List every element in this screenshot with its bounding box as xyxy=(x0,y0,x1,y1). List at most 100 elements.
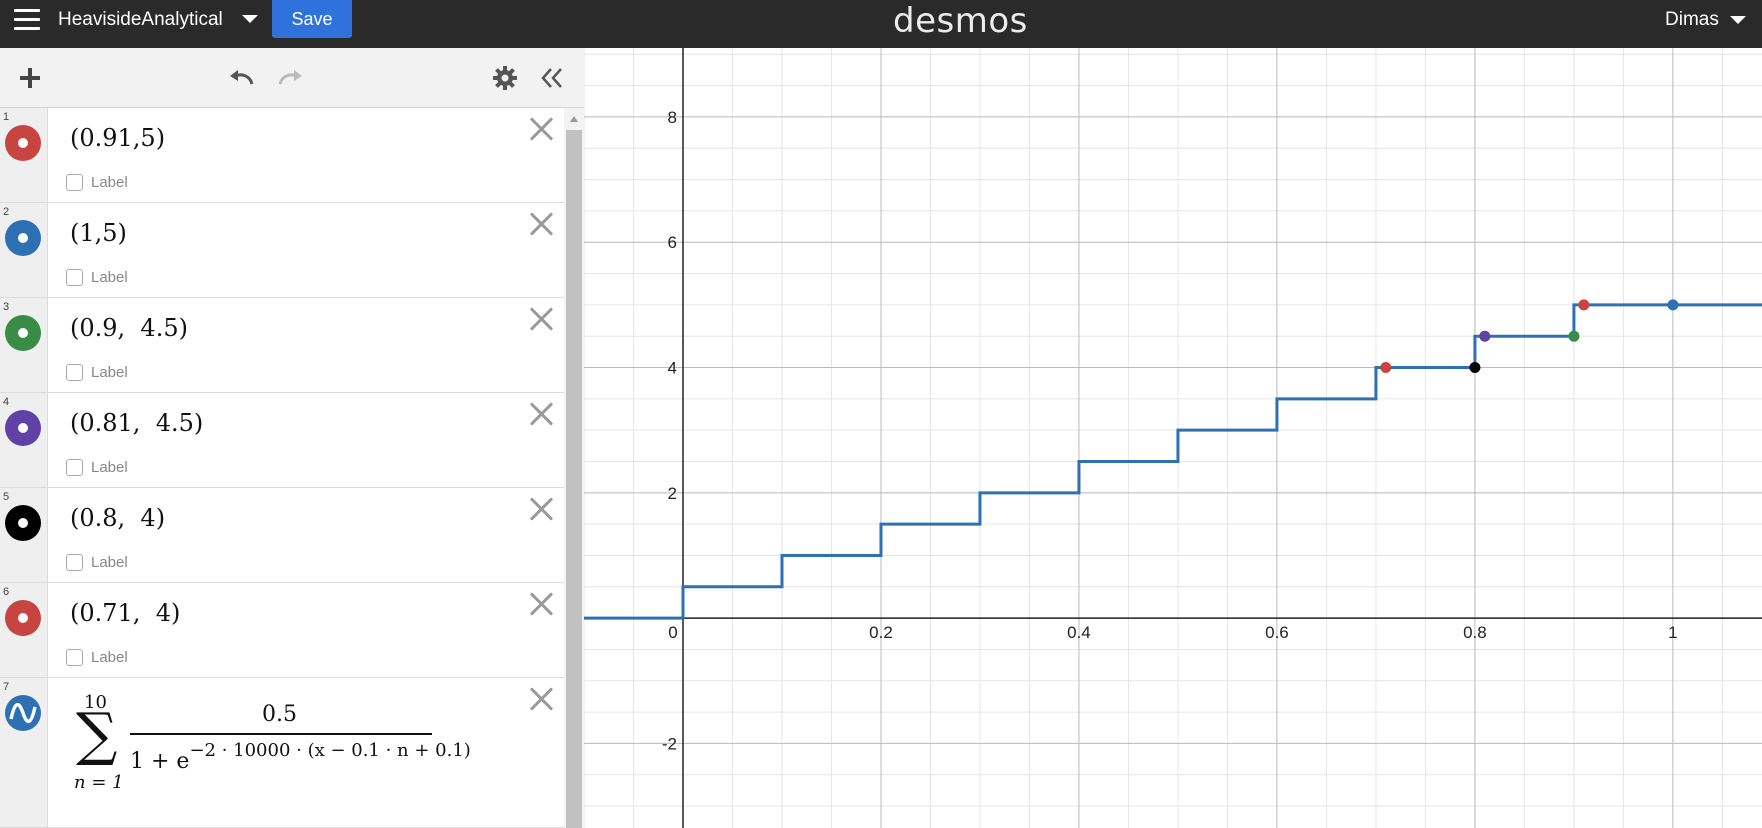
fraction-denominator: 1 + e−2 · 10000 · (x − 0.1 · n + 0.1) xyxy=(130,740,471,774)
double-chevron-left-icon[interactable] xyxy=(536,62,568,94)
label-toggle[interactable]: Label xyxy=(66,554,128,571)
label-checkbox[interactable] xyxy=(66,269,83,286)
denominator-exponent: −2 · 10000 · (x − 0.1 · n + 0.1) xyxy=(189,740,471,761)
expression-index: 7 xyxy=(3,681,10,693)
expression-index: 6 xyxy=(3,586,10,598)
expression-row[interactable]: 6 (0.71, 4) Label xyxy=(0,583,564,678)
y-tick-label: 8 xyxy=(668,108,677,127)
label-toggle[interactable]: Label xyxy=(66,174,128,191)
x-tick-label: 0.2 xyxy=(869,623,893,642)
gear-icon[interactable] xyxy=(489,62,521,94)
redo-icon[interactable] xyxy=(274,62,306,94)
close-icon[interactable] xyxy=(528,116,554,142)
graph-point xyxy=(1479,330,1491,342)
label-checkbox[interactable] xyxy=(66,649,83,666)
point-color-icon[interactable] xyxy=(5,125,41,161)
expression-input[interactable]: (0.81, 4.5) xyxy=(70,409,203,437)
graph-point xyxy=(1469,362,1481,374)
scrollbar-thumb[interactable] xyxy=(566,130,582,828)
expression-index: 1 xyxy=(3,111,10,123)
curve-color-icon[interactable] xyxy=(5,695,41,731)
graph-point xyxy=(1578,299,1590,311)
x-tick-label: 0 xyxy=(668,623,677,642)
graph-canvas[interactable]: 0 0.2 0.4 0.6 0.8 1 8 6 4 2 -2 xyxy=(584,48,1762,828)
save-button[interactable]: Save xyxy=(272,0,352,38)
point-color-icon[interactable] xyxy=(5,315,41,351)
label-text: Label xyxy=(91,649,128,666)
label-toggle[interactable]: Label xyxy=(66,649,128,666)
graph-title[interactable]: HeavisideAnalytical xyxy=(58,9,223,31)
label-text: Label xyxy=(91,174,128,191)
close-icon[interactable] xyxy=(528,686,554,712)
expression-tab: 1 xyxy=(0,108,48,202)
expression-input[interactable]: (0.71, 4) xyxy=(70,599,180,627)
point-color-icon[interactable] xyxy=(5,220,41,256)
close-icon[interactable] xyxy=(528,591,554,617)
denominator-base: 1 + e xyxy=(130,749,190,774)
expression-row[interactable]: 1 (0.91,5) Label xyxy=(0,108,564,203)
expression-input[interactable]: (0.8, 4) xyxy=(70,504,165,532)
expression-row[interactable]: 7 10 ∑ n = 1 0.5 1 + e−2 · 10000 · (x − … xyxy=(0,678,564,828)
graph-paper[interactable]: 0 0.2 0.4 0.6 0.8 1 8 6 4 2 -2 xyxy=(584,48,1762,828)
label-text: Label xyxy=(91,269,128,286)
expression-tab: 2 xyxy=(0,203,48,297)
y-tick-label: -2 xyxy=(662,734,677,753)
graph-point xyxy=(1380,362,1392,374)
close-icon[interactable] xyxy=(528,211,554,237)
label-checkbox[interactable] xyxy=(66,554,83,571)
close-icon[interactable] xyxy=(528,306,554,332)
label-checkbox[interactable] xyxy=(66,364,83,381)
graph-point xyxy=(1568,330,1580,342)
y-tick-label: 6 xyxy=(668,233,677,252)
expression-toolbar xyxy=(0,48,584,108)
expression-tab: 6 xyxy=(0,583,48,677)
y-tick-label: 4 xyxy=(668,359,677,378)
expression-list-scrollbar[interactable] xyxy=(564,108,584,828)
point-color-icon[interactable] xyxy=(5,505,41,541)
graph-point xyxy=(1667,299,1679,311)
expression-tab: 5 xyxy=(0,488,48,582)
expression-index: 5 xyxy=(3,491,10,503)
top-bar: HeavisideAnalytical Save desmos Dimas xyxy=(0,0,1762,48)
expression-row[interactable]: 2 (1,5) Label xyxy=(0,203,564,298)
point-color-icon[interactable] xyxy=(5,410,41,446)
label-checkbox[interactable] xyxy=(66,459,83,476)
point-color-icon[interactable] xyxy=(5,600,41,636)
scroll-up-arrow-icon[interactable] xyxy=(570,116,578,122)
expression-row[interactable]: 4 (0.81, 4.5) Label xyxy=(0,393,564,488)
expression-list[interactable]: 1 (0.91,5) Label 2 (1,5) Label 3 (0.9, 4… xyxy=(0,108,584,828)
x-tick-label: 0.8 xyxy=(1463,623,1487,642)
label-text: Label xyxy=(91,364,128,381)
user-menu[interactable]: Dimas xyxy=(1665,9,1719,31)
expression-input[interactable]: (1,5) xyxy=(70,219,127,247)
close-icon[interactable] xyxy=(528,496,554,522)
expression-row[interactable]: 3 (0.9, 4.5) Label xyxy=(0,298,564,393)
hamburger-menu-icon[interactable] xyxy=(14,9,40,31)
expression-input[interactable]: 10 ∑ n = 1 0.5 1 + e−2 · 10000 · (x − 0.… xyxy=(72,690,471,800)
plus-icon[interactable] xyxy=(14,62,46,94)
fraction-bar xyxy=(130,733,432,735)
expression-input[interactable]: (0.9, 4.5) xyxy=(70,314,188,342)
label-text: Label xyxy=(91,459,128,476)
label-toggle[interactable]: Label xyxy=(66,364,128,381)
close-icon[interactable] xyxy=(528,401,554,427)
expression-input[interactable]: (0.91,5) xyxy=(70,124,165,152)
x-tick-label: 0.4 xyxy=(1067,623,1091,642)
title-caret-down-icon[interactable] xyxy=(242,15,258,23)
y-tick-label: 2 xyxy=(668,484,677,503)
expression-row[interactable]: 5 (0.8, 4) Label xyxy=(0,488,564,583)
x-tick-label: 1 xyxy=(1668,623,1677,642)
user-caret-down-icon[interactable] xyxy=(1730,16,1746,24)
sum-lower-limit: n = 1 xyxy=(74,772,124,793)
label-toggle[interactable]: Label xyxy=(66,459,128,476)
expression-index: 4 xyxy=(3,396,10,408)
undo-icon[interactable] xyxy=(226,62,258,94)
brand-logo: desmos xyxy=(893,1,1028,41)
expression-index: 2 xyxy=(3,206,10,218)
sigma-symbol: ∑ xyxy=(76,700,118,768)
label-checkbox[interactable] xyxy=(66,174,83,191)
expression-tab: 3 xyxy=(0,298,48,392)
expression-index: 3 xyxy=(3,301,10,313)
expression-tab: 4 xyxy=(0,393,48,487)
label-toggle[interactable]: Label xyxy=(66,269,128,286)
